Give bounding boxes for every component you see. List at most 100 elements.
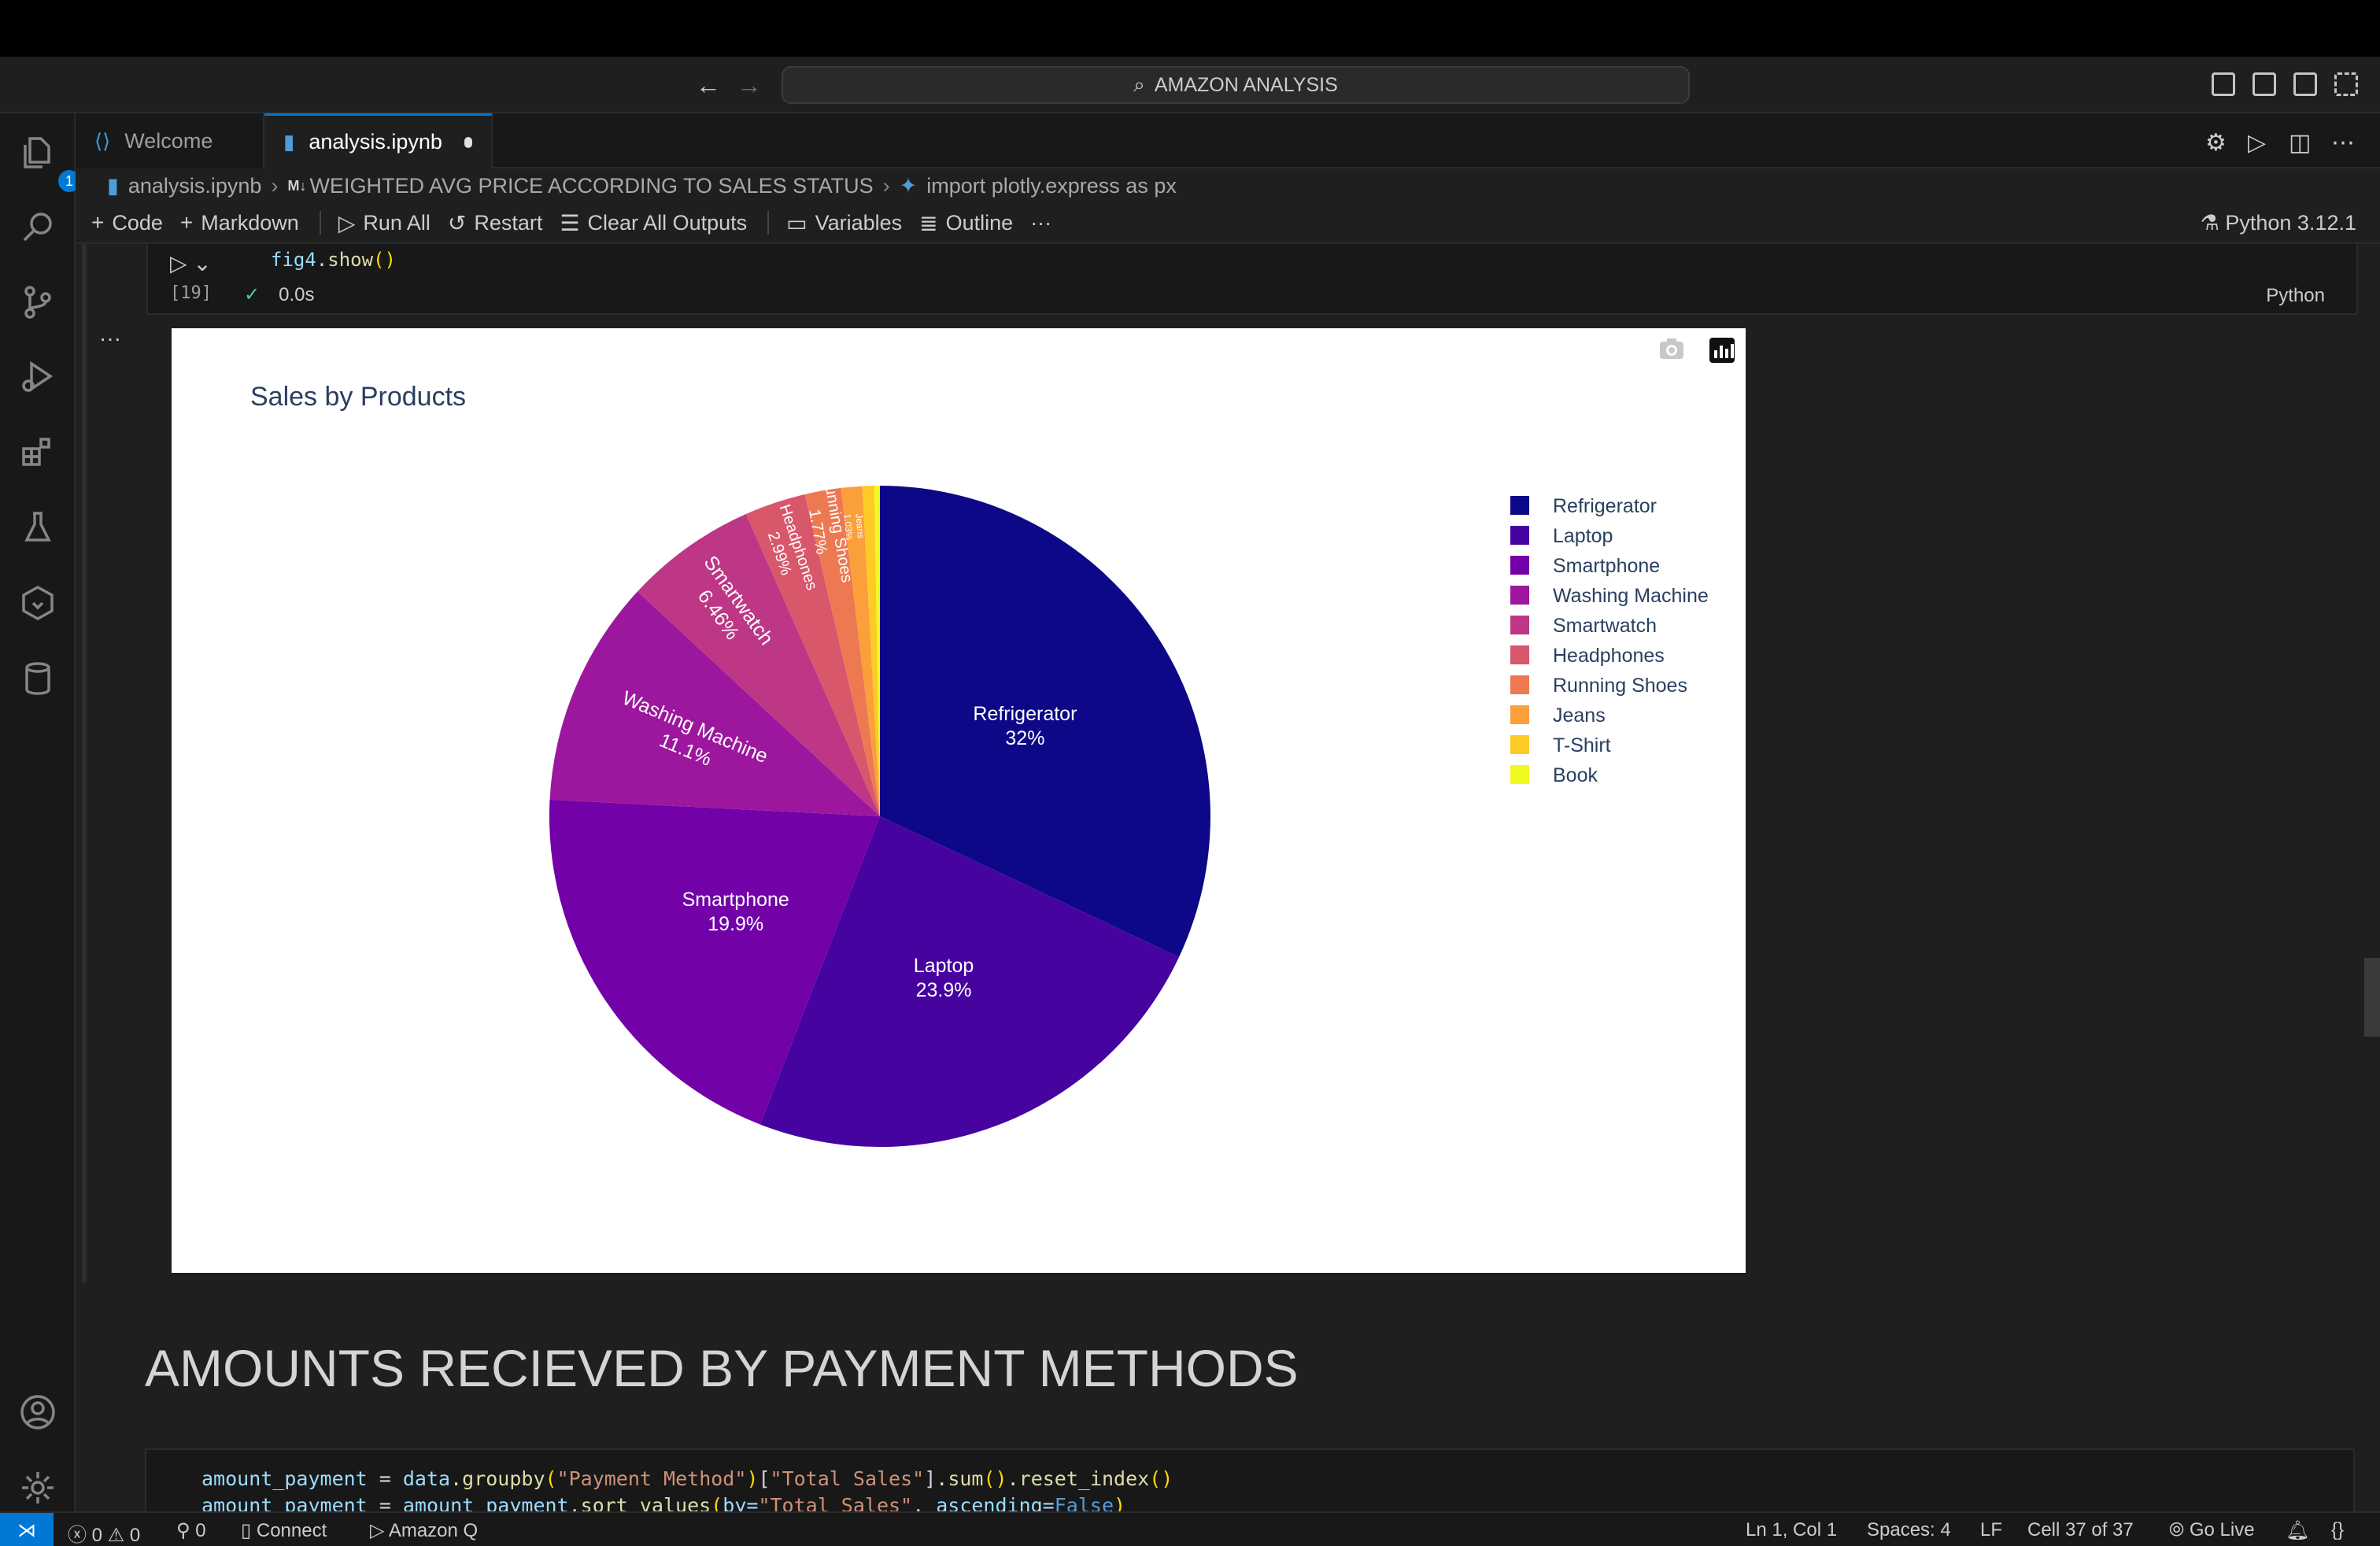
markdown-badge: M↓ [287,177,307,194]
legend-item-label[interactable]: Refrigerator [1553,495,1657,517]
run-debug-icon[interactable] [19,357,57,395]
add-markdown-cell-button[interactable]: + Markdown [180,210,299,235]
code-cell[interactable]: amount_payment = data.groupby("Payment M… [145,1448,2355,1511]
legend-item-label[interactable]: Book [1553,764,1598,786]
run-icon[interactable]: ▷ [2248,129,2266,157]
legend: Refrigerator Laptop Smartphone Washing Mach… [1510,495,1709,786]
legend-item-label[interactable]: T-Shirt [1553,734,1611,756]
markdown-heading[interactable]: AMOUNTS RECIEVED BY PAYMENT METHODS [145,1338,1299,1398]
python-icon: ✦ [899,173,918,198]
remote-explorer-icon[interactable] [19,584,57,622]
kernel-icon: ⚗ [2200,211,2226,235]
broadcast-icon: ⦾ [2169,1519,2190,1540]
chevron-right-icon: › [271,173,279,198]
ports-indicator[interactable]: ⚲ 0 [176,1519,206,1542]
legend-item-label[interactable]: Running Shoes [1553,675,1687,697]
settings-gear-icon[interactable] [19,1469,57,1507]
pie-slice-label: Jeans1.03% [841,512,867,541]
add-markdown-label: Markdown [201,210,299,235]
legend-item-label[interactable]: Smartphone [1553,555,1660,577]
toggle-panel-icon[interactable] [2252,72,2276,96]
editor-tab-bar: ⟨⟩ Welcome ▮ analysis.ipynb ⚙ ▷ ◫ ⋯ [76,113,2380,168]
breadcrumb-section[interactable]: WEIGHTED AVG PRICE ACCORDING TO SALES ST… [309,174,873,198]
chart-title: Sales by Products [250,382,466,412]
legend-item-label[interactable]: Laptop [1553,525,1613,547]
code-line[interactable]: amount_payment = data.groupby("Payment M… [201,1467,1173,1490]
run-all-button[interactable]: ▷ Run All [338,210,431,236]
legend-swatch[interactable] [1510,675,1529,694]
legend-swatch[interactable] [1510,705,1529,724]
tab-welcome[interactable]: ⟨⟩ Welcome [76,113,264,168]
copilot-braces-icon[interactable]: {} [2331,1519,2344,1541]
cursor-position[interactable]: Ln 1, Col 1 [1746,1519,1837,1541]
legend-item-label[interactable]: Jeans [1553,705,1606,727]
arrow-left-icon[interactable]: ← [696,71,721,100]
breadcrumb-file[interactable]: analysis.ipynb [128,174,262,198]
run-cell-icon[interactable]: ▷ ⌄ [170,250,212,276]
tab-analysis-notebook[interactable]: ▮ analysis.ipynb [264,113,493,168]
plotly-logo-icon[interactable] [1709,338,1735,363]
camera-icon[interactable] [1660,338,1683,359]
legend-swatch[interactable] [1510,645,1529,664]
cell-indicator[interactable]: Cell 37 of 37 [2027,1519,2134,1541]
remote-indicator-icon[interactable]: ⋊ [0,1513,54,1546]
arrow-right-icon[interactable]: → [737,71,762,100]
legend-swatch[interactable] [1510,526,1529,545]
restart-button[interactable]: ↺ Restart [448,210,543,236]
legend-swatch[interactable] [1510,616,1529,634]
vertical-scrollbar-thumb[interactable] [2364,958,2380,1037]
legend-swatch[interactable] [1510,496,1529,515]
code-line[interactable]: amount_payment = amount_payment.sort_val… [201,1494,1125,1511]
code-line[interactable]: fig4.show() [271,249,396,271]
unsaved-changes-dot[interactable] [464,136,472,148]
testing-icon[interactable] [19,509,57,546]
split-editor-icon[interactable]: ◫ [2289,129,2311,157]
legend-swatch[interactable] [1510,586,1529,605]
gear-icon[interactable]: ⚙ [2205,129,2227,157]
amazon-q-button[interactable]: ▷ Amazon Q [370,1519,478,1542]
play-icon: ▷ [370,1520,389,1541]
explorer-icon[interactable]: 1 [19,134,80,192]
notifications-bell-icon[interactable]: 🔔︎ [2286,1519,2309,1542]
notebook-icon: ▮ [107,173,119,198]
end-of-line[interactable]: LF [1980,1519,2002,1541]
legend-item-label[interactable]: Headphones [1553,645,1665,667]
source-control-icon[interactable] [19,283,57,321]
more-actions-icon[interactable]: ⋯ [2331,129,2355,157]
indentation[interactable]: Spaces: 4 [1867,1519,1951,1541]
toggle-primary-sidebar-icon[interactable] [2212,72,2235,96]
legend-item-label[interactable]: Washing Machine [1553,585,1709,607]
legend-swatch[interactable] [1510,556,1529,575]
clear-outputs-icon: ☰ [560,210,580,235]
variables-button[interactable]: ▭ Variables [786,210,902,236]
breadcrumb-cell[interactable]: import plotly.express as px [926,174,1177,198]
toolbar-divider [319,211,321,235]
legend-item-label[interactable]: Smartwatch [1553,615,1657,637]
toggle-secondary-sidebar-icon[interactable] [2293,72,2317,96]
account-icon[interactable] [19,1393,57,1431]
cell-language[interactable]: Python [2266,285,2325,307]
kernel-label: Python 3.12.1 [2225,211,2356,235]
database-icon[interactable] [19,660,57,697]
window-top-strip [0,0,2380,57]
search-icon[interactable] [19,208,57,246]
variables-icon: ▭ [786,210,808,235]
clear-all-outputs-button[interactable]: ☰ Clear All Outputs [560,210,747,236]
toolbar-more-button[interactable]: ··· [1030,211,1051,235]
kernel-picker[interactable]: ⚗ Python 3.12.1 [2201,211,2356,235]
outline-label: Outline [945,210,1014,235]
extensions-icon[interactable] [19,433,57,471]
legend-swatch[interactable] [1510,735,1529,754]
legend-swatch[interactable] [1510,765,1529,784]
toolbar-divider [767,211,770,235]
command-center-search[interactable]: ⌕ AMAZON ANALYSIS [782,66,1690,104]
go-live-button[interactable]: ⦾ Go Live [2169,1519,2255,1541]
outline-button[interactable]: ≣ Outline [919,210,1013,236]
output-more-icon[interactable]: ··· [99,326,121,351]
problems-indicator[interactable]: ⓧ 0 ⚠ 0 [68,1519,140,1546]
plotly-chart[interactable]: Sales by Products Refrigerator32%Lapto [172,328,1746,1273]
code-cell[interactable]: ▷ ⌄ [19] fig4.show() ✓ 0.0s Python [146,244,2358,315]
connect-button[interactable]: ▯ Connect [241,1519,327,1542]
add-code-cell-button[interactable]: + Code [91,210,163,235]
customize-layout-icon[interactable] [2334,72,2358,96]
